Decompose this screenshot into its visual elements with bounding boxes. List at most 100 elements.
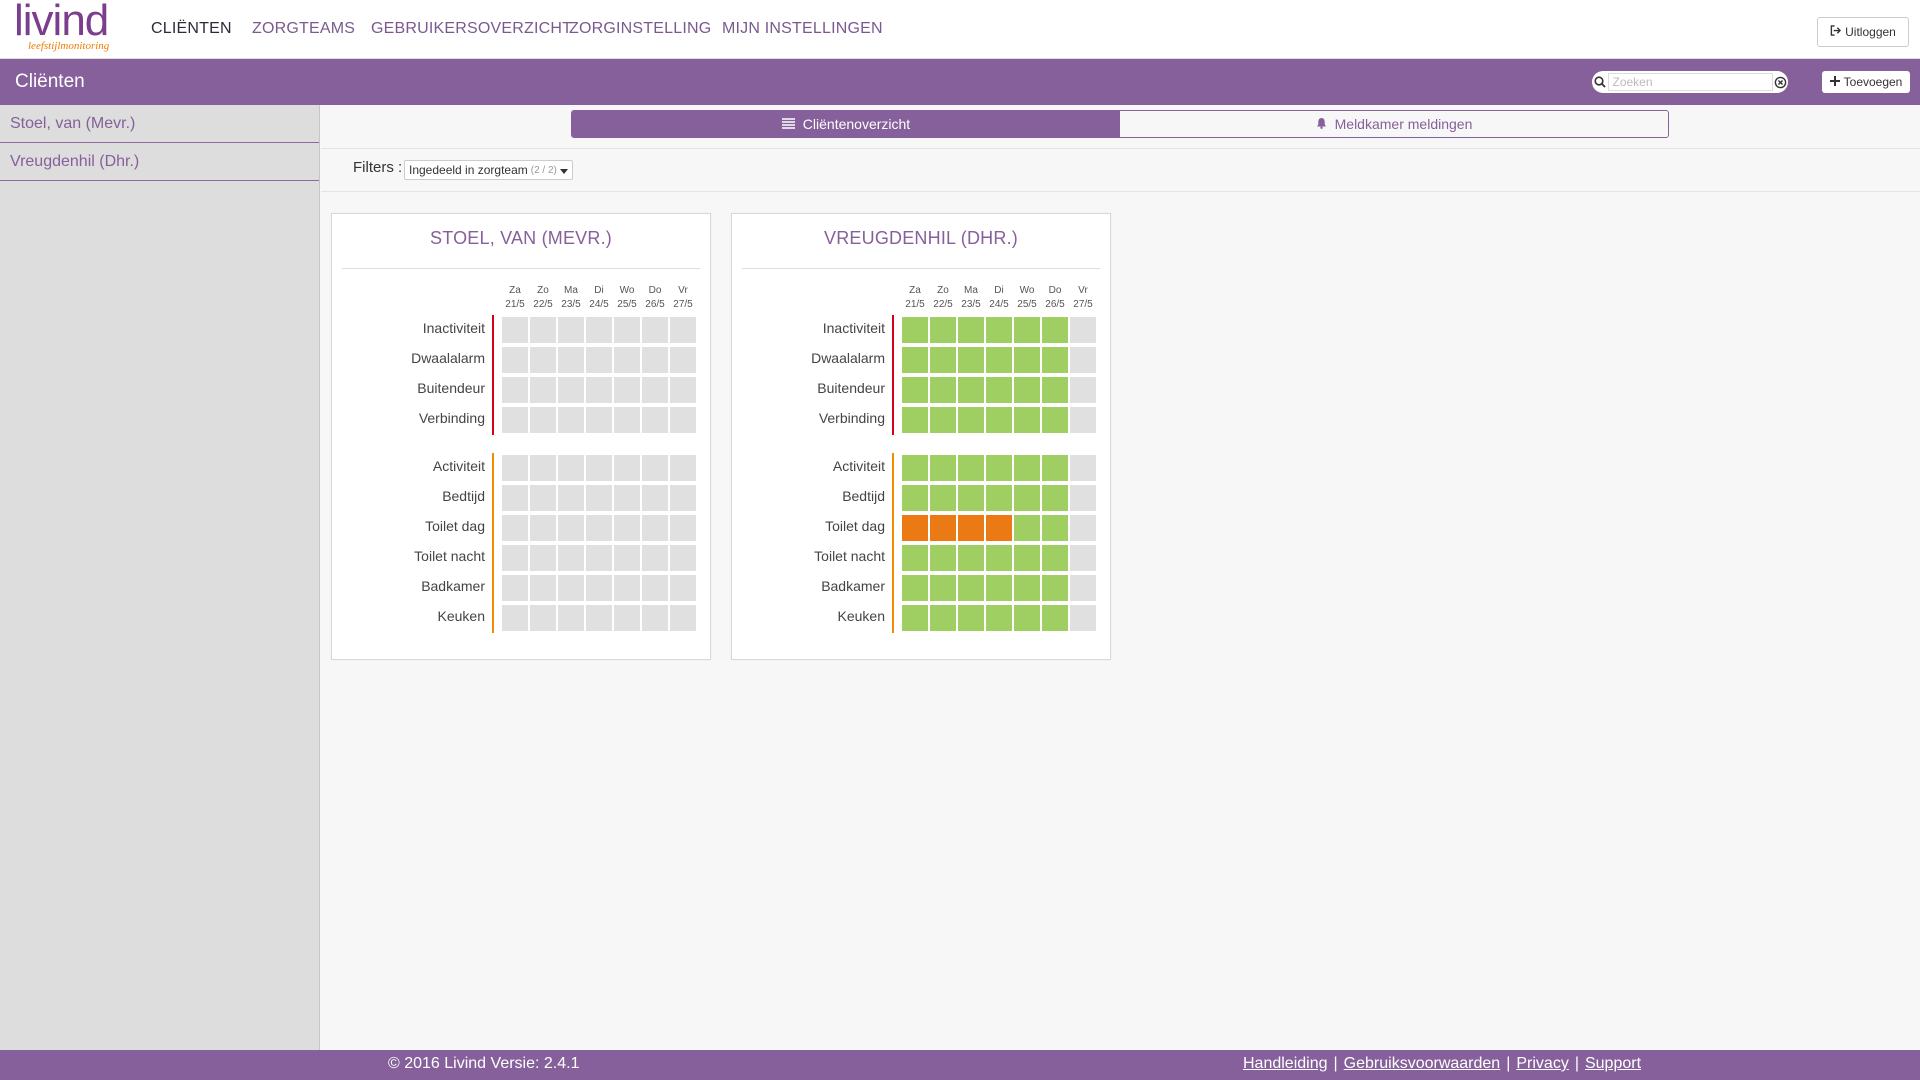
tab-clientenoverzicht[interactable]: Cliëntenoverzicht bbox=[572, 111, 1120, 137]
status-cell-none[interactable] bbox=[642, 407, 668, 433]
status-cell-none[interactable] bbox=[586, 515, 612, 541]
status-cell-none[interactable] bbox=[670, 455, 696, 481]
status-cell-ok[interactable] bbox=[986, 575, 1012, 601]
status-cell-none[interactable] bbox=[670, 485, 696, 511]
status-cell-none[interactable] bbox=[586, 455, 612, 481]
status-cell-ok[interactable] bbox=[902, 575, 928, 601]
status-cell-none[interactable] bbox=[670, 545, 696, 571]
search-input[interactable] bbox=[1607, 73, 1773, 91]
status-cell-none[interactable] bbox=[502, 455, 528, 481]
footer-link-handleiding[interactable]: Handleiding bbox=[1243, 1055, 1328, 1073]
status-cell-alert[interactable] bbox=[902, 515, 928, 541]
client-name[interactable]: VREUGDENHIL (DHR.) bbox=[732, 228, 1110, 249]
status-cell-none[interactable] bbox=[558, 575, 584, 601]
status-cell-ok[interactable] bbox=[986, 347, 1012, 373]
status-cell-none[interactable] bbox=[586, 545, 612, 571]
status-cell-none[interactable] bbox=[642, 545, 668, 571]
status-cell-none[interactable] bbox=[1070, 575, 1096, 601]
status-cell-none[interactable] bbox=[670, 605, 696, 631]
status-cell-none[interactable] bbox=[670, 575, 696, 601]
status-cell-none[interactable] bbox=[530, 317, 556, 343]
status-cell-ok[interactable] bbox=[930, 347, 956, 373]
status-cell-none[interactable] bbox=[558, 455, 584, 481]
status-cell-none[interactable] bbox=[558, 407, 584, 433]
status-cell-none[interactable] bbox=[502, 515, 528, 541]
status-cell-ok[interactable] bbox=[1014, 347, 1040, 373]
status-cell-ok[interactable] bbox=[1042, 545, 1068, 571]
status-cell-ok[interactable] bbox=[1042, 455, 1068, 481]
status-cell-ok[interactable] bbox=[930, 545, 956, 571]
status-cell-none[interactable] bbox=[586, 377, 612, 403]
status-cell-none[interactable] bbox=[670, 317, 696, 343]
nav-item-mijn-instellingen[interactable]: MIJN INSTELLINGEN bbox=[722, 20, 883, 38]
status-cell-ok[interactable] bbox=[902, 317, 928, 343]
status-cell-none[interactable] bbox=[1070, 485, 1096, 511]
status-cell-none[interactable] bbox=[586, 317, 612, 343]
status-cell-ok[interactable] bbox=[986, 377, 1012, 403]
status-cell-none[interactable] bbox=[586, 407, 612, 433]
status-cell-ok[interactable] bbox=[1014, 317, 1040, 343]
status-cell-ok[interactable] bbox=[930, 407, 956, 433]
status-cell-ok[interactable] bbox=[1014, 407, 1040, 433]
status-cell-ok[interactable] bbox=[902, 605, 928, 631]
status-cell-none[interactable] bbox=[642, 515, 668, 541]
client-name[interactable]: STOEL, VAN (MEVR.) bbox=[332, 228, 710, 249]
status-cell-ok[interactable] bbox=[930, 605, 956, 631]
status-cell-ok[interactable] bbox=[930, 377, 956, 403]
status-cell-none[interactable] bbox=[642, 485, 668, 511]
status-cell-none[interactable] bbox=[614, 485, 640, 511]
status-cell-ok[interactable] bbox=[902, 485, 928, 511]
status-cell-none[interactable] bbox=[642, 347, 668, 373]
status-cell-ok[interactable] bbox=[1014, 545, 1040, 571]
status-cell-none[interactable] bbox=[614, 575, 640, 601]
status-cell-ok[interactable] bbox=[986, 407, 1012, 433]
status-cell-none[interactable] bbox=[558, 317, 584, 343]
status-cell-ok[interactable] bbox=[930, 485, 956, 511]
status-cell-ok[interactable] bbox=[958, 377, 984, 403]
status-cell-none[interactable] bbox=[530, 455, 556, 481]
status-cell-ok[interactable] bbox=[986, 455, 1012, 481]
status-cell-ok[interactable] bbox=[986, 545, 1012, 571]
status-cell-none[interactable] bbox=[558, 515, 584, 541]
status-cell-none[interactable] bbox=[642, 605, 668, 631]
status-cell-none[interactable] bbox=[530, 407, 556, 433]
status-cell-ok[interactable] bbox=[1042, 347, 1068, 373]
status-cell-none[interactable] bbox=[586, 605, 612, 631]
status-cell-ok[interactable] bbox=[902, 407, 928, 433]
filter-dropdown[interactable]: Ingedeeld in zorgteam (2 / 2) bbox=[404, 160, 573, 180]
status-cell-ok[interactable] bbox=[1014, 377, 1040, 403]
status-cell-none[interactable] bbox=[1070, 605, 1096, 631]
status-cell-none[interactable] bbox=[558, 485, 584, 511]
status-cell-ok[interactable] bbox=[986, 485, 1012, 511]
nav-item-gebruikersoverzicht[interactable]: GEBRUIKERSOVERZICHT bbox=[371, 20, 572, 38]
status-cell-ok[interactable] bbox=[958, 485, 984, 511]
status-cell-ok[interactable] bbox=[902, 347, 928, 373]
status-cell-none[interactable] bbox=[558, 347, 584, 373]
status-cell-ok[interactable] bbox=[1042, 605, 1068, 631]
status-cell-none[interactable] bbox=[502, 347, 528, 373]
status-cell-none[interactable] bbox=[502, 317, 528, 343]
status-cell-none[interactable] bbox=[614, 515, 640, 541]
status-cell-none[interactable] bbox=[530, 485, 556, 511]
status-cell-ok[interactable] bbox=[902, 545, 928, 571]
status-cell-none[interactable] bbox=[558, 377, 584, 403]
status-cell-ok[interactable] bbox=[986, 317, 1012, 343]
nav-item-zorgteams[interactable]: ZORGTEAMS bbox=[252, 20, 355, 38]
livind-logo[interactable]: livind leefstijlmonitoring bbox=[14, 0, 124, 54]
status-cell-none[interactable] bbox=[670, 407, 696, 433]
status-cell-none[interactable] bbox=[614, 455, 640, 481]
status-cell-ok[interactable] bbox=[986, 605, 1012, 631]
footer-link-support[interactable]: Support bbox=[1585, 1055, 1641, 1073]
status-cell-none[interactable] bbox=[1070, 407, 1096, 433]
status-cell-none[interactable] bbox=[530, 515, 556, 541]
status-cell-none[interactable] bbox=[670, 515, 696, 541]
status-cell-ok[interactable] bbox=[958, 605, 984, 631]
sidebar-item-vreugdenhil[interactable]: Vreugdenhil (Dhr.) bbox=[0, 143, 319, 181]
status-cell-ok[interactable] bbox=[930, 317, 956, 343]
status-cell-none[interactable] bbox=[530, 347, 556, 373]
status-cell-none[interactable] bbox=[670, 377, 696, 403]
footer-link-privacy[interactable]: Privacy bbox=[1516, 1055, 1568, 1073]
status-cell-alert[interactable] bbox=[986, 515, 1012, 541]
status-cell-none[interactable] bbox=[614, 605, 640, 631]
status-cell-ok[interactable] bbox=[902, 455, 928, 481]
